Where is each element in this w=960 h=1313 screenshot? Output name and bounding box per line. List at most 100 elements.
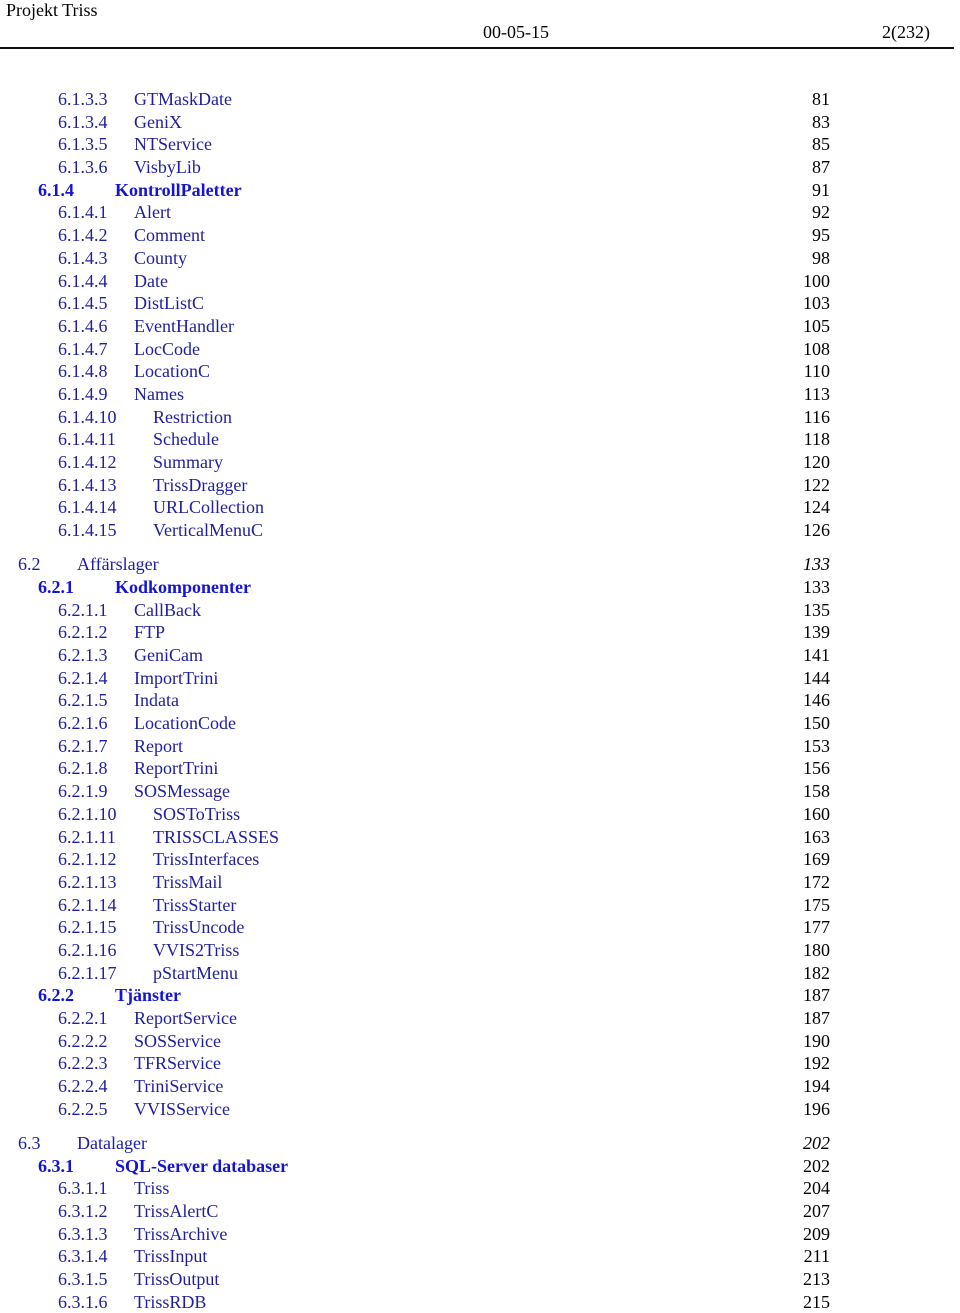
toc-entry-level-4[interactable]: 6.3.1.6 TrissRDB 215	[0, 1291, 960, 1313]
toc-entry-number[interactable]: 6.1.4.5	[58, 292, 108, 315]
toc-entry-number[interactable]: 6.2.2.3	[58, 1052, 108, 1075]
toc-entry-number[interactable]: 6.2.2.2	[58, 1030, 108, 1053]
toc-entry-number[interactable]: 6.1.3.6	[58, 156, 108, 179]
toc-entry-title[interactable]: TrissOutput	[134, 1268, 219, 1291]
toc-entry-number[interactable]: 6.2.1.3	[58, 644, 108, 667]
toc-entry-title[interactable]: DistListC	[134, 292, 204, 315]
toc-entry-number[interactable]: 6.3.1.6	[58, 1291, 108, 1313]
toc-entry-level-4[interactable]: 6.3.1.5 TrissOutput 213	[0, 1268, 960, 1291]
toc-entry-number[interactable]: 6.2.2	[38, 984, 74, 1007]
toc-entry-level-4[interactable]: 6.2.1.14 TrissStarter 175	[0, 894, 960, 917]
toc-entry-number[interactable]: 6.3.1.4	[58, 1245, 108, 1268]
toc-entry-level-4[interactable]: 6.1.4.2 Comment 95	[0, 224, 960, 247]
toc-entry-title[interactable]: ReportService	[134, 1007, 237, 1030]
toc-entry-level-4[interactable]: 6.1.4.12 Summary 120	[0, 451, 960, 474]
toc-entry-title[interactable]: Names	[134, 383, 184, 406]
toc-entry-number[interactable]: 6.2.1.2	[58, 621, 108, 644]
toc-entry-number[interactable]: 6.2.1.12	[58, 848, 117, 871]
toc-entry-title[interactable]: TrissDragger	[153, 474, 247, 497]
toc-entry-level-4[interactable]: 6.1.3.5 NTService 85	[0, 133, 960, 156]
toc-entry-title[interactable]: TrissStarter	[153, 894, 236, 917]
toc-entry-number[interactable]: 6.1.3.3	[58, 88, 108, 111]
toc-entry-title[interactable]: TFRService	[134, 1052, 221, 1075]
toc-entry-number[interactable]: 6.1.4.9	[58, 383, 108, 406]
toc-entry-number[interactable]: 6.2.1.4	[58, 667, 108, 690]
toc-entry-level-2[interactable]: 6.3 Datalager 202	[0, 1132, 960, 1155]
toc-entry-title[interactable]: SQL-Server databaser	[115, 1155, 288, 1178]
toc-entry-title[interactable]: Affärslager	[77, 553, 159, 576]
toc-entry-number[interactable]: 6.2.1.7	[58, 735, 108, 758]
toc-entry-title[interactable]: ImportTrini	[134, 667, 218, 690]
toc-entry-title[interactable]: Date	[134, 270, 168, 293]
toc-entry-number[interactable]: 6.2.1.6	[58, 712, 108, 735]
toc-entry-level-4[interactable]: 6.3.1.2 TrissAlertC 207	[0, 1200, 960, 1223]
toc-entry-level-4[interactable]: 6.2.1.7 Report 153	[0, 735, 960, 758]
toc-entry-title[interactable]: Tjänster	[115, 984, 181, 1007]
toc-entry-level-4[interactable]: 6.1.4.14 URLCollection 124	[0, 496, 960, 519]
toc-entry-title[interactable]: TRISSCLASSES	[153, 826, 279, 849]
toc-entry-number[interactable]: 6.2	[18, 553, 41, 576]
toc-entry-number[interactable]: 6.2.2.5	[58, 1098, 108, 1121]
toc-entry-title[interactable]: TrissAlertC	[134, 1200, 218, 1223]
toc-entry-level-4[interactable]: 6.2.1.6 LocationCode 150	[0, 712, 960, 735]
toc-entry-level-3[interactable]: 6.2.1 Kodkomponenter 133	[0, 576, 960, 599]
toc-entry-number[interactable]: 6.1.3.5	[58, 133, 108, 156]
toc-entry-title[interactable]: VerticalMenuC	[153, 519, 263, 542]
toc-entry-title[interactable]: EventHandler	[134, 315, 234, 338]
toc-entry-title[interactable]: LocationCode	[134, 712, 236, 735]
toc-entry-number[interactable]: 6.1.4.14	[58, 496, 117, 519]
toc-entry-title[interactable]: Restriction	[153, 406, 232, 429]
toc-entry-title[interactable]: pStartMenu	[153, 962, 238, 985]
toc-entry-title[interactable]: TrissUncode	[153, 916, 244, 939]
toc-entry-level-4[interactable]: 6.2.1.17 pStartMenu 182	[0, 962, 960, 985]
toc-entry-level-4[interactable]: 6.2.1.15 TrissUncode 177	[0, 916, 960, 939]
toc-entry-number[interactable]: 6.2.1.5	[58, 689, 108, 712]
toc-entry-number[interactable]: 6.1.4.13	[58, 474, 117, 497]
toc-entry-level-4[interactable]: 6.2.1.12 TrissInterfaces 169	[0, 848, 960, 871]
toc-entry-level-4[interactable]: 6.1.3.6 VisbyLib 87	[0, 156, 960, 179]
toc-entry-number[interactable]: 6.3.1.1	[58, 1177, 108, 1200]
toc-entry-level-3[interactable]: 6.2.2 Tjänster 187	[0, 984, 960, 1007]
toc-entry-title[interactable]: Kodkomponenter	[115, 576, 251, 599]
toc-entry-title[interactable]: FTP	[134, 621, 165, 644]
toc-entry-title[interactable]: VVISService	[134, 1098, 230, 1121]
toc-entry-number[interactable]: 6.1.4.1	[58, 201, 108, 224]
toc-entry-level-3[interactable]: 6.1.4 KontrollPaletter 91	[0, 179, 960, 202]
toc-entry-level-2[interactable]: 6.2 Affärslager 133	[0, 553, 960, 576]
toc-entry-level-4[interactable]: 6.1.4.1 Alert 92	[0, 201, 960, 224]
toc-entry-title[interactable]: VVIS2Triss	[153, 939, 239, 962]
toc-entry-level-4[interactable]: 6.2.2.4 TriniService 194	[0, 1075, 960, 1098]
toc-entry-title[interactable]: KontrollPaletter	[115, 179, 242, 202]
toc-entry-level-4[interactable]: 6.1.4.7 LocCode 108	[0, 338, 960, 361]
toc-entry-title[interactable]: Report	[134, 735, 183, 758]
toc-entry-level-4[interactable]: 6.2.2.2 SOSService 190	[0, 1030, 960, 1053]
toc-entry-number[interactable]: 6.2.1.8	[58, 757, 108, 780]
toc-entry-level-4[interactable]: 6.1.4.4 Date 100	[0, 270, 960, 293]
toc-entry-number[interactable]: 6.3.1.2	[58, 1200, 108, 1223]
toc-entry-level-4[interactable]: 6.2.1.11 TRISSCLASSES 163	[0, 826, 960, 849]
toc-entry-title[interactable]: County	[134, 247, 187, 270]
toc-entry-level-4[interactable]: 6.1.4.5 DistListC 103	[0, 292, 960, 315]
toc-entry-level-4[interactable]: 6.1.4.15 VerticalMenuC 126	[0, 519, 960, 542]
toc-entry-number[interactable]: 6.1.4.4	[58, 270, 108, 293]
toc-entry-level-4[interactable]: 6.2.1.3 GeniCam 141	[0, 644, 960, 667]
toc-entry-number[interactable]: 6.2.1.11	[58, 826, 116, 849]
toc-entry-level-4[interactable]: 6.3.1.4 TrissInput 211	[0, 1245, 960, 1268]
toc-entry-title[interactable]: TriniService	[134, 1075, 223, 1098]
toc-entry-number[interactable]: 6.1.4.3	[58, 247, 108, 270]
toc-entry-number[interactable]: 6.3	[18, 1132, 41, 1155]
toc-entry-number[interactable]: 6.1.4	[38, 179, 74, 202]
toc-entry-title[interactable]: VisbyLib	[134, 156, 201, 179]
toc-entry-title[interactable]: LocCode	[134, 338, 200, 361]
toc-entry-level-4[interactable]: 6.1.4.11 Schedule 118	[0, 428, 960, 451]
toc-entry-title[interactable]: Datalager	[77, 1132, 147, 1155]
toc-entry-title[interactable]: Alert	[134, 201, 171, 224]
toc-entry-number[interactable]: 6.1.4.8	[58, 360, 108, 383]
toc-entry-level-4[interactable]: 6.2.2.1 ReportService 187	[0, 1007, 960, 1030]
toc-entry-number[interactable]: 6.2.1.13	[58, 871, 117, 894]
toc-entry-level-4[interactable]: 6.2.1.5 Indata 146	[0, 689, 960, 712]
toc-entry-title[interactable]: SOSToTriss	[153, 803, 240, 826]
toc-entry-number[interactable]: 6.1.4.15	[58, 519, 117, 542]
toc-entry-level-4[interactable]: 6.1.3.4 GeniX 83	[0, 111, 960, 134]
toc-entry-number[interactable]: 6.1.4.10	[58, 406, 117, 429]
